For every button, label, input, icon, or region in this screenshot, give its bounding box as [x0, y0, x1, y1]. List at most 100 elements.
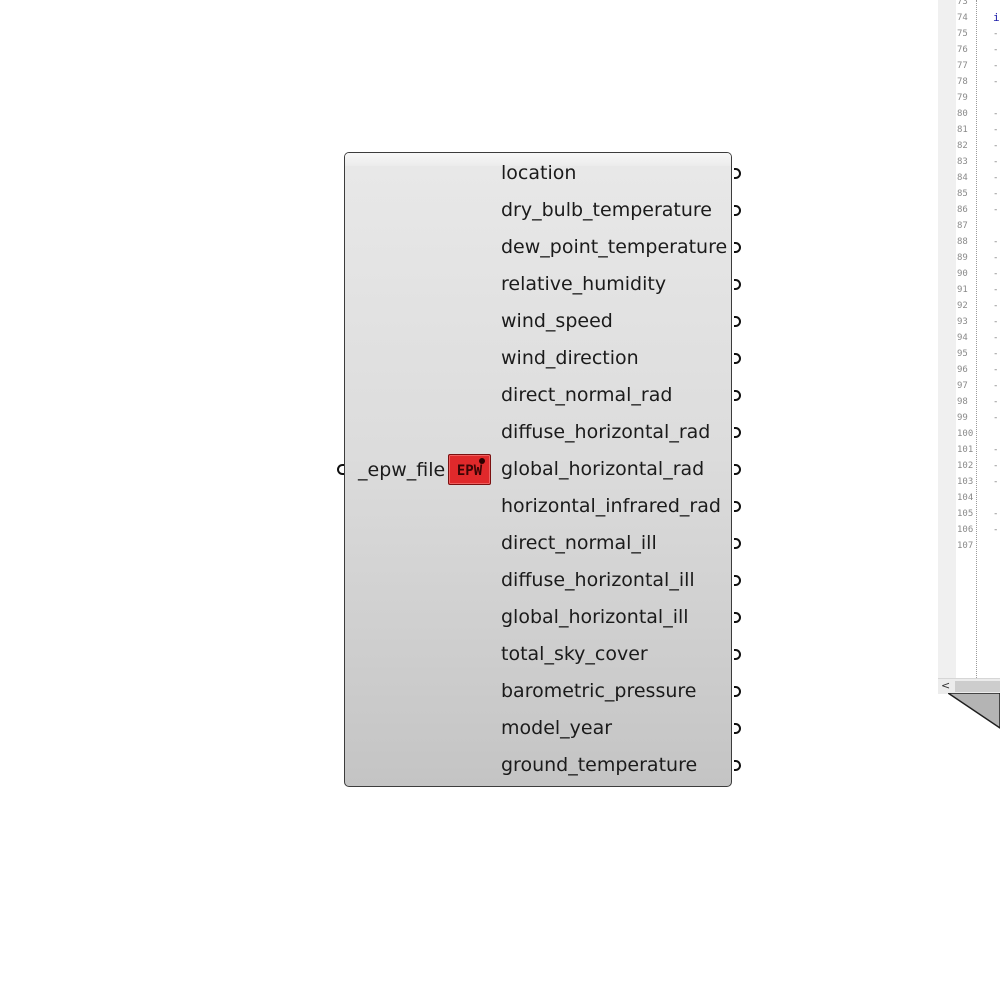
output-param[interactable]: wind_speed: [501, 303, 727, 340]
output-param[interactable]: direct_normal_rad: [501, 377, 727, 414]
output-param[interactable]: horizontal_infrared_rad: [501, 488, 727, 525]
line-number: 76: [957, 45, 968, 55]
code-line: i: [993, 11, 1000, 24]
output-grip[interactable]: [734, 242, 741, 253]
editor-left-margin: [938, 0, 957, 678]
code-line: -: [993, 109, 999, 119]
epw-file-input-label: _epw_file: [358, 459, 446, 481]
line-number: 82: [957, 141, 968, 151]
line-number: 90: [957, 269, 968, 279]
line-number: 77: [957, 61, 968, 71]
output-grip[interactable]: [734, 501, 741, 512]
output-grip[interactable]: [734, 427, 741, 438]
line-number: 92: [957, 301, 968, 311]
output-grip[interactable]: [734, 279, 741, 290]
output-param[interactable]: location: [501, 155, 727, 192]
line-number: 91: [957, 285, 968, 295]
line-number: 104: [957, 493, 974, 503]
output-list: location dry_bulb_temperature dew_point_te…: [501, 155, 727, 784]
output-param[interactable]: relative_humidity: [501, 266, 727, 303]
output-grip[interactable]: [734, 464, 741, 475]
output-grip[interactable]: [734, 723, 741, 734]
output-param[interactable]: barometric_pressure: [501, 673, 727, 710]
output-grip[interactable]: [734, 686, 741, 697]
output-grip[interactable]: [734, 390, 741, 401]
code-line: -: [993, 461, 999, 471]
code-lines: i - - - - - - - - - - - - - - - - - - - - - - - - - - - -: [993, 0, 1000, 554]
output-param[interactable]: diffuse_horizontal_ill: [501, 562, 727, 599]
output-param[interactable]: wind_direction: [501, 340, 727, 377]
line-number: 73: [957, 0, 968, 7]
output-grip[interactable]: [734, 612, 741, 623]
output-grip[interactable]: [734, 575, 741, 586]
line-number: 89: [957, 253, 968, 263]
line-number: 93: [957, 317, 968, 327]
horizontal-scrollbar[interactable]: <: [938, 678, 1000, 694]
scroll-left-arrow-icon[interactable]: <: [941, 679, 950, 693]
output-grip[interactable]: [734, 538, 741, 549]
code-line: -: [993, 317, 999, 327]
output-param[interactable]: direct_normal_ill: [501, 525, 727, 562]
code-line: -: [993, 413, 999, 423]
code-line: -: [993, 365, 999, 375]
line-number: 98: [957, 397, 968, 407]
code-line: -: [993, 301, 999, 311]
line-number: 85: [957, 189, 968, 199]
code-line: -: [993, 269, 999, 279]
line-number: 87: [957, 221, 968, 231]
output-param[interactable]: dew_point_temperature: [501, 229, 727, 266]
output-grip[interactable]: [734, 168, 741, 179]
output-grip[interactable]: [734, 760, 741, 771]
epw-file-input-grip[interactable]: [337, 464, 344, 475]
line-number: 99: [957, 413, 968, 423]
line-number: 75: [957, 29, 968, 39]
output-param[interactable]: diffuse_horizontal_rad: [501, 414, 727, 451]
output-param[interactable]: ground_temperature: [501, 747, 727, 784]
code-line: -: [993, 157, 999, 167]
output-grip[interactable]: [734, 316, 741, 327]
line-number: 80: [957, 109, 968, 119]
line-number: 78: [957, 77, 968, 87]
code-line: -: [993, 397, 999, 407]
code-line: -: [993, 173, 999, 183]
output-param[interactable]: dry_bulb_temperature: [501, 192, 727, 229]
code-line: -: [993, 285, 999, 295]
code-line: -: [993, 333, 999, 343]
line-numbers: 73 74 75 76 77 78 79 80 81 82 83 84 85 86 87 88 89 90 91 92…: [957, 0, 973, 554]
code-line: -: [993, 61, 999, 71]
line-number: 100: [957, 429, 974, 439]
output-grip[interactable]: [734, 353, 741, 364]
output-param[interactable]: model_year: [501, 710, 727, 747]
code-line: -: [993, 141, 999, 151]
code-line: -: [993, 525, 999, 535]
output-param[interactable]: global_horizontal_ill: [501, 599, 727, 636]
line-number: 103: [957, 477, 974, 487]
line-number: 97: [957, 381, 968, 391]
code-editor[interactable]: 73 74 75 76 77 78 79 80 81 82 83 84 85 86 87 88 89 90 91 92…: [938, 0, 1000, 694]
code-line: -: [993, 509, 999, 519]
code-line: -: [993, 445, 999, 455]
line-number: 81: [957, 125, 968, 135]
output-param[interactable]: global_horizontal_rad: [501, 451, 727, 488]
code-line: -: [993, 205, 999, 215]
line-number: 101: [957, 445, 974, 455]
line-number: 95: [957, 349, 968, 359]
line-number: 83: [957, 157, 968, 167]
code-line: -: [993, 77, 999, 87]
code-line: -: [993, 189, 999, 199]
scrollbar-thumb[interactable]: [955, 681, 1000, 692]
code-line: -: [993, 253, 999, 263]
output-param[interactable]: total_sky_cover: [501, 636, 727, 673]
line-number: 107: [957, 541, 974, 551]
code-line: -: [993, 477, 999, 487]
line-number: 74: [957, 13, 968, 23]
output-grip[interactable]: [734, 205, 741, 216]
epw-icon: EPW: [448, 454, 491, 485]
line-number: 105: [957, 509, 974, 519]
code-line: -: [993, 45, 999, 55]
output-grip[interactable]: [734, 649, 741, 660]
